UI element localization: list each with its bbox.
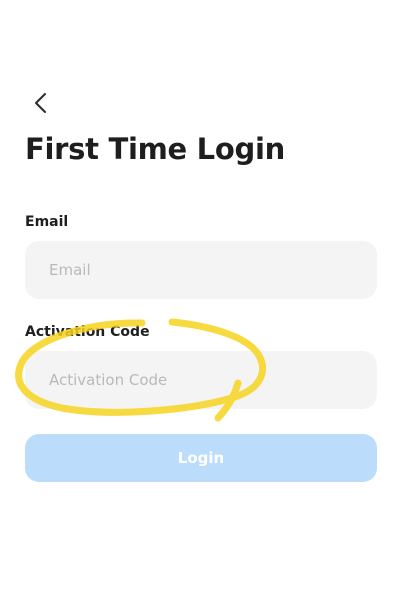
email-label: Email bbox=[25, 214, 69, 230]
activation-code-input[interactable] bbox=[25, 351, 377, 409]
back-button[interactable] bbox=[26, 88, 56, 118]
login-button[interactable]: Login bbox=[25, 434, 377, 482]
page-title: First Time Login bbox=[25, 132, 285, 166]
email-input[interactable] bbox=[25, 241, 377, 299]
chevron-left-icon bbox=[35, 93, 46, 113]
activation-code-label: Activation Code bbox=[25, 324, 150, 340]
login-screen: First Time Login Email Activation Code L… bbox=[0, 0, 400, 600]
highlight-annotation bbox=[15, 318, 266, 422]
